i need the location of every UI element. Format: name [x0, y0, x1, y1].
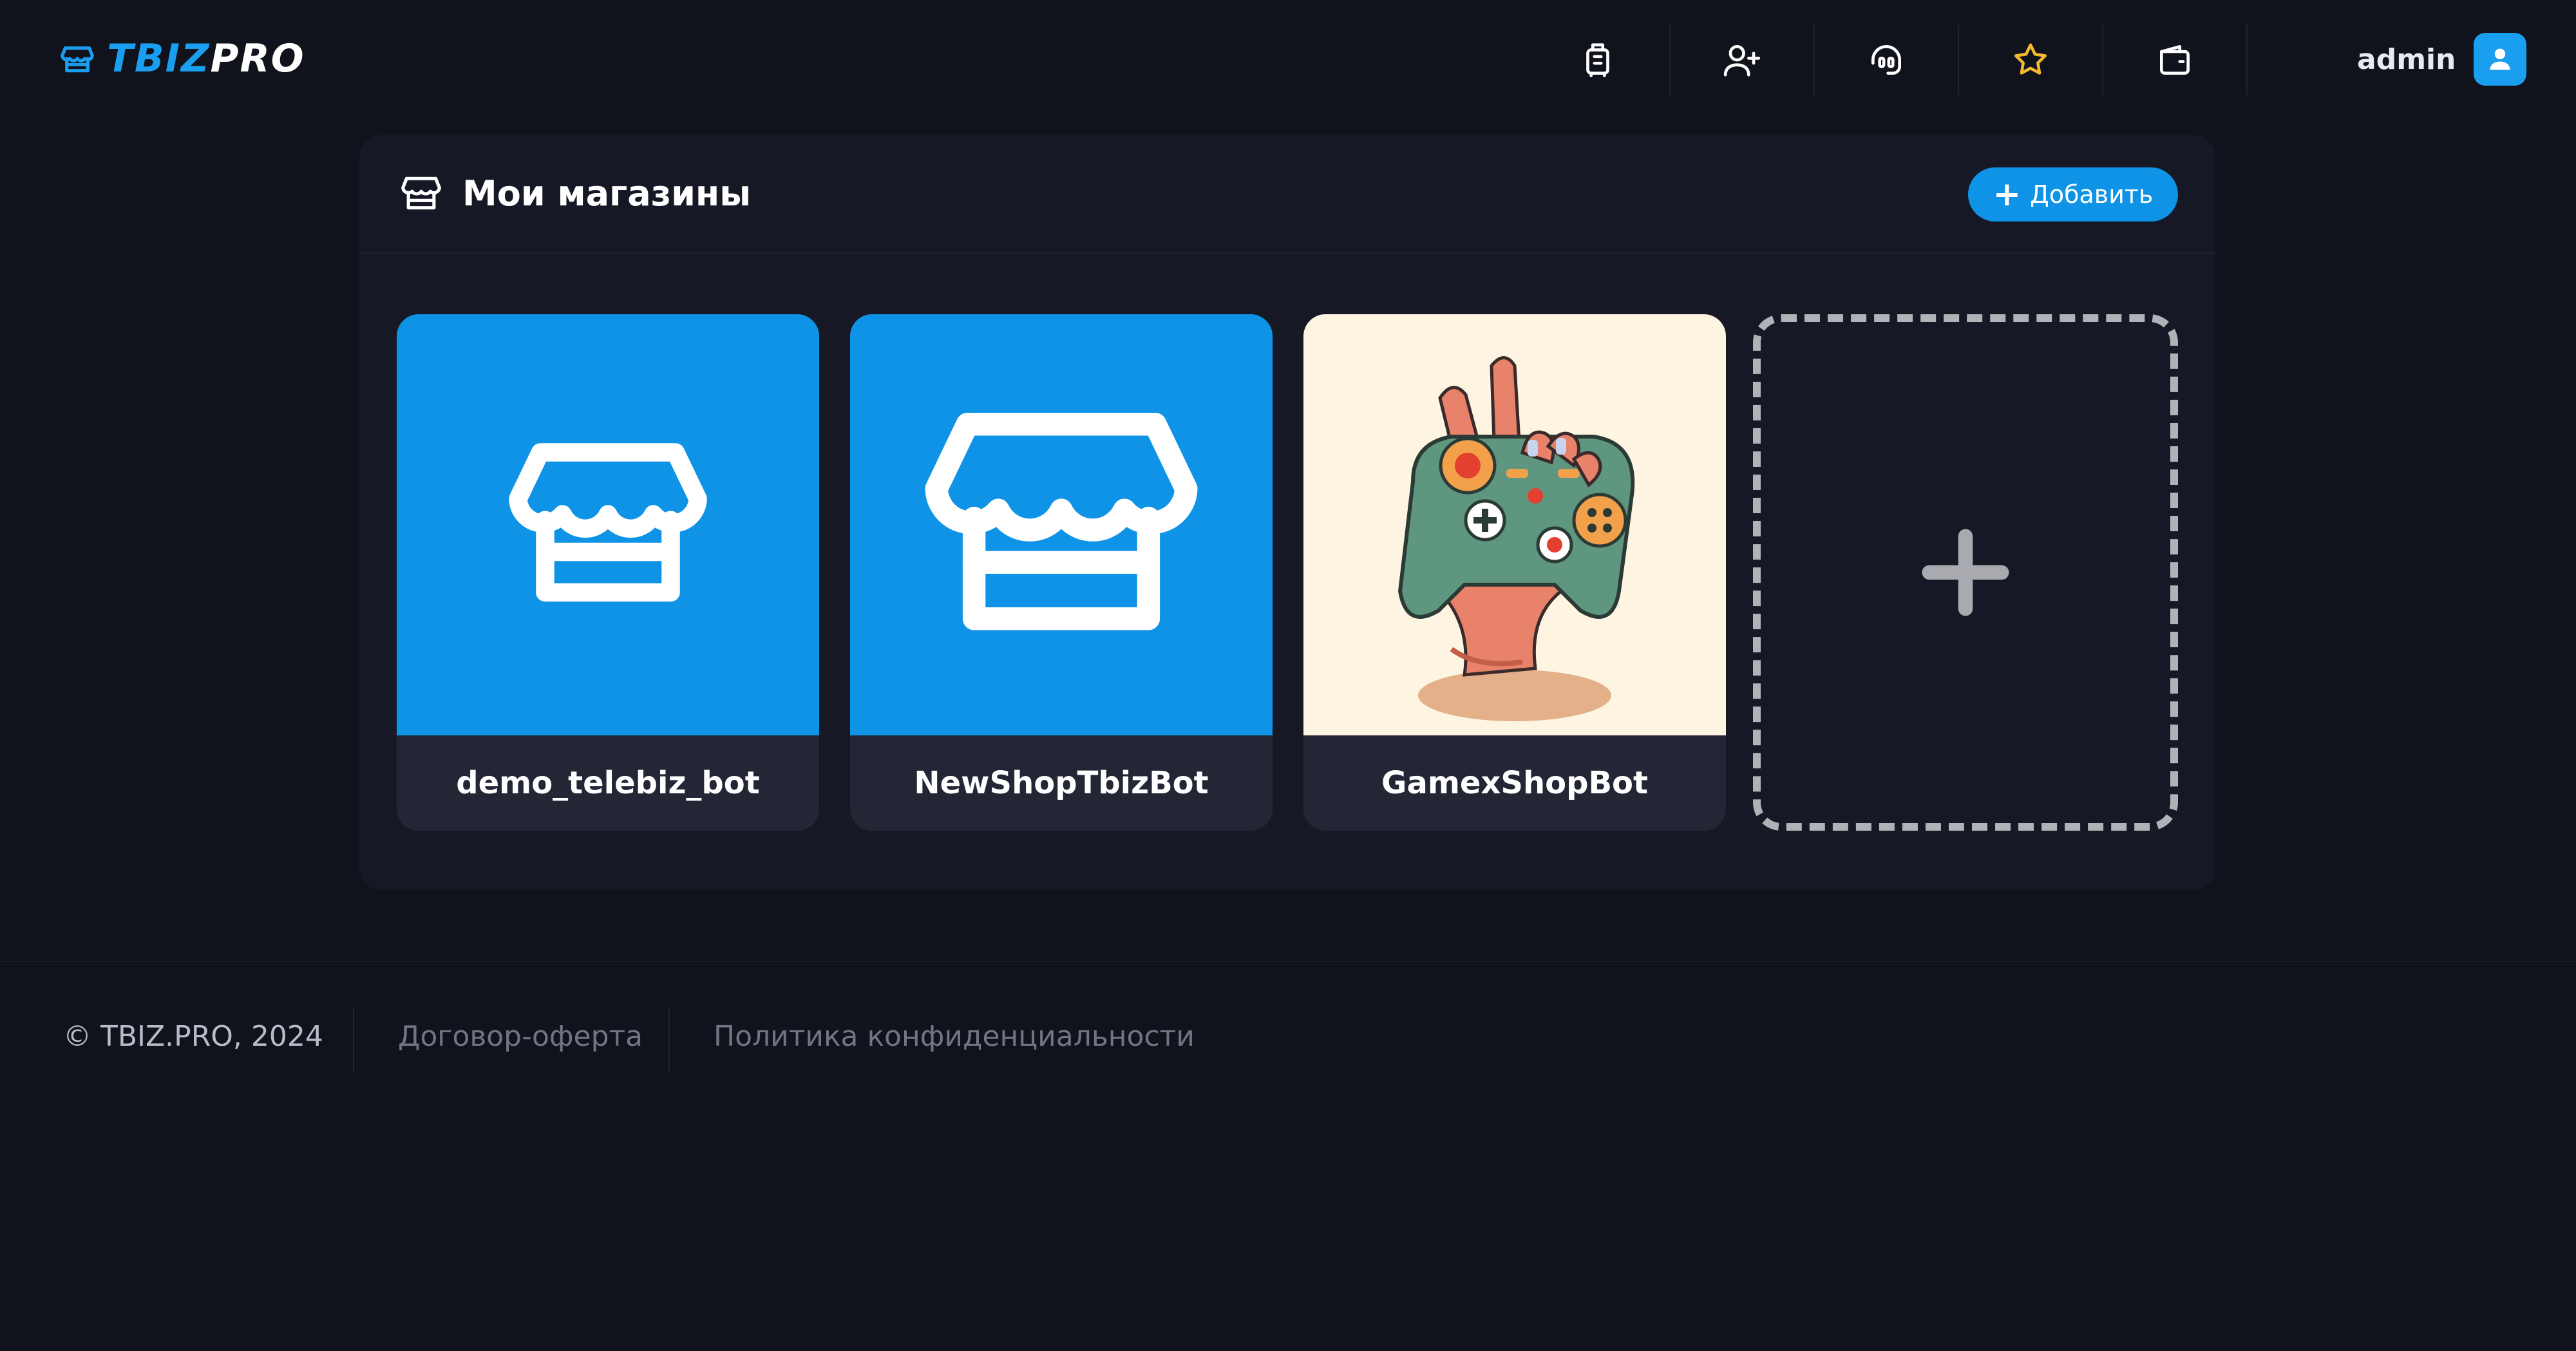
luggage-button[interactable] — [1526, 24, 1671, 95]
shop-card[interactable]: GamexShopBot — [1303, 314, 1726, 831]
shop-thumbnail — [1303, 314, 1726, 735]
panel-title: Мои магазины — [399, 171, 751, 215]
gamepad-hand-image — [1397, 356, 1635, 721]
support-headset-icon — [1871, 45, 1901, 75]
store-icon — [61, 46, 94, 73]
avatar[interactable] — [2474, 33, 2527, 86]
user-name: admin — [2357, 43, 2456, 76]
favorites-button[interactable] — [1959, 24, 2103, 95]
panel-header: Мои магазины + Добавить — [359, 135, 2215, 254]
copyright: © TBIZ.PRO, 2024 — [63, 1020, 323, 1053]
top-bar: TBIZPRO admin — [0, 0, 2576, 119]
store-icon — [925, 413, 1198, 630]
user-menu[interactable]: admin — [2357, 33, 2527, 86]
user-plus-icon — [1723, 45, 1761, 77]
logo-text: TBIZPRO — [107, 39, 305, 78]
add-shop-button-label: Добавить — [2030, 180, 2154, 209]
shop-thumbnail — [850, 314, 1273, 735]
logo-text-part2: PRO — [210, 36, 305, 81]
luggage-icon — [1586, 43, 1609, 77]
add-shop-card[interactable] — [1753, 314, 2178, 831]
shops-panel: Мои магазины + Добавить demo_telebiz_bot — [359, 135, 2215, 890]
wallet-button[interactable] — [2103, 24, 2248, 95]
store-icon — [401, 176, 441, 210]
footer-divider — [668, 1007, 670, 1072]
add-user-button[interactable] — [1671, 24, 1815, 95]
shop-thumbnail — [397, 314, 819, 735]
wallet-icon — [2160, 45, 2190, 75]
logo-text-part1: TBIZ — [107, 36, 211, 81]
add-shop-button[interactable]: + Добавить — [1968, 167, 2178, 222]
header-nav — [1526, 24, 2248, 95]
footer-divider — [353, 1007, 354, 1072]
user-avatar-icon — [2490, 48, 2511, 70]
shop-name: NewShopTbizBot — [914, 765, 1209, 801]
privacy-policy-link[interactable]: Политика конфиденциальности — [714, 1020, 1195, 1053]
store-icon — [509, 443, 707, 602]
support-button[interactable] — [1815, 24, 1959, 95]
shop-card[interactable]: demo_telebiz_bot — [397, 314, 819, 831]
plus-icon — [1922, 529, 2009, 616]
star-icon — [2014, 43, 2047, 75]
shop-card[interactable]: NewShopTbizBot — [850, 314, 1273, 831]
page-title: Мои магазины — [462, 173, 752, 214]
plus-icon: + — [1993, 175, 2022, 214]
shop-name: demo_telebiz_bot — [456, 765, 760, 801]
offer-agreement-link[interactable]: Договор-оферта — [398, 1020, 643, 1053]
shop-name: GamexShopBot — [1381, 765, 1648, 801]
footer: © TBIZ.PRO, 2024 Договор-оферта Политика… — [0, 961, 2576, 1115]
logo[interactable]: TBIZPRO — [59, 39, 305, 79]
